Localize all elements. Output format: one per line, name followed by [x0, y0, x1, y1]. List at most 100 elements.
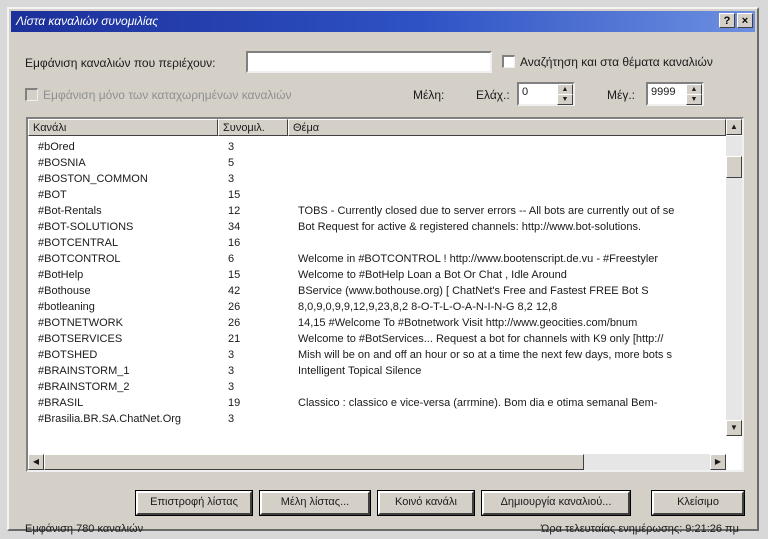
column-header-users[interactable]: Συνομιλ. — [218, 119, 288, 136]
channel-topic: Welcome in #BOTCONTROL ! http://www.boot… — [298, 253, 659, 265]
table-row[interactable]: #BRAINSTORM_1 3 Intelligent Topical Silenc… — [28, 363, 724, 379]
table-row[interactable]: #botleaning 26 8,0,9,0,9,9,12,9,23,8,2 8-O… — [28, 299, 724, 315]
user-count: 12 — [228, 205, 241, 217]
close-button[interactable]: Κλείσιμο — [651, 490, 745, 516]
channel-name: #BOT — [38, 189, 67, 201]
table-row[interactable]: #BOTNETWORK 26 14,15 #Welcome To #Botnetwo… — [28, 315, 724, 331]
table-row[interactable]: #BotHelp 15 Welcome to #BotHelp Loan a Bot… — [28, 267, 724, 283]
channel-topic: TOBS - Currently closed due to server er… — [298, 205, 675, 217]
channel-name: #botleaning — [38, 301, 95, 313]
table-row[interactable]: #BOT-SOLUTIONS 34 Bot Request for active &… — [28, 219, 724, 235]
user-count: 6 — [228, 253, 235, 265]
column-header-channel[interactable]: Κανάλι — [28, 119, 218, 136]
title-bar[interactable]: Λίστα καναλιών συνομιλίας ? × — [11, 11, 755, 32]
table-row[interactable]: #BOSNIA 5 — [28, 155, 724, 171]
search-topics-checkbox[interactable] — [502, 55, 515, 68]
channel-rows: #bOred 3 #BOSNIA 5 #BOSTON_COMMON 3 #BOT 15 … — [28, 139, 724, 435]
user-count: 3 — [228, 173, 235, 185]
user-count: 3 — [228, 381, 235, 393]
table-row[interactable]: #Bothouse 42 BService (www.bothouse.org) [… — [28, 283, 724, 299]
channel-name: #Bot-Rentals — [38, 205, 102, 217]
channel-topic: 8,0,9,0,9,9,12,9,23,8,2 8-O-T-L-O-A-N-I-… — [298, 301, 558, 313]
channel-name: #BotHelp — [38, 269, 84, 281]
search-topics-label: Αναζήτηση και στα θέματα καναλιών — [520, 55, 713, 69]
user-count: 5 — [228, 157, 235, 169]
window-title: Λίστα καναλιών συνομιλίας — [16, 14, 159, 28]
table-row[interactable]: #BOTSERVICES 21 Welcome to #BotServices...… — [28, 331, 724, 347]
horizontal-scroll-thumb[interactable] — [44, 454, 584, 470]
registered-only-checkbox[interactable] — [25, 88, 38, 101]
channel-topic: Intelligent Topical Silence — [298, 365, 422, 377]
channel-count-status: Εμφάνιση 780 καναλιών — [25, 523, 144, 535]
min-spin-down-icon[interactable]: ▼ — [557, 94, 573, 105]
refresh-list-button[interactable]: Επιστροφή λίστας — [135, 490, 253, 516]
table-row[interactable]: #Brasilia.BR.SA.ChatNet.Org 3 — [28, 411, 724, 427]
scroll-right-icon[interactable]: ▶ — [710, 454, 726, 470]
filter-label: Εμφάνιση καναλιών που περιέχουν: — [25, 56, 216, 70]
channel-topic: Mish will be on and off an hour or so at… — [298, 349, 672, 361]
registered-only-label: Εμφάνιση μόνο των καταχωρημένων καναλιών — [43, 88, 292, 102]
channel-name: #BOTCENTRAL — [38, 237, 119, 249]
channel-name: #Brasilia.BR.SA.ChatNet.Org — [38, 413, 182, 425]
last-update-status: Ώρα τελευταίας ενημέρωσης: 9:21:26 πμ — [541, 523, 739, 535]
user-count: 3 — [228, 349, 235, 361]
user-count: 42 — [228, 285, 241, 297]
horizontal-scrollbar[interactable]: ◀ ▶ — [28, 454, 726, 470]
help-button[interactable]: ? — [719, 13, 735, 28]
channel-name: #BOTSERVICES — [38, 333, 123, 345]
channel-name: #BOT-SOLUTIONS — [38, 221, 134, 233]
user-count: 26 — [228, 301, 241, 313]
max-spin-down-icon[interactable]: ▼ — [686, 94, 702, 105]
user-count: 15 — [228, 269, 241, 281]
members-list-button[interactable]: Μέλη λίστας... — [259, 490, 371, 516]
close-icon[interactable]: × — [737, 13, 753, 28]
user-count: 34 — [228, 221, 241, 233]
table-row[interactable]: #BOTCONTROL 6 Welcome in #BOTCONTROL ! htt… — [28, 251, 724, 267]
scroll-up-icon[interactable]: ▲ — [726, 119, 742, 135]
channel-topic: Welcome to #BotHelp Loan a Bot Or Chat ,… — [298, 269, 567, 281]
table-row[interactable]: #BRASIL 19 Classico : classico e vice-vers… — [28, 395, 724, 411]
table-row[interactable]: #bOred 3 — [28, 139, 724, 155]
channel-topic: Welcome to #BotServices... Request a bot… — [298, 333, 664, 345]
channel-name: #BRAINSTORM_2 — [38, 381, 130, 393]
table-row[interactable]: #BOSTON_COMMON 3 — [28, 171, 724, 187]
channel-name: #Bothouse — [38, 285, 91, 297]
user-count: 26 — [228, 317, 241, 329]
user-count: 16 — [228, 237, 241, 249]
user-count: 3 — [228, 413, 235, 425]
min-members-label: Ελάχ.: — [476, 88, 510, 102]
channel-topic: BService (www.bothouse.org) [ ChatNet's … — [298, 285, 649, 297]
table-row[interactable]: #BOTSHED 3 Mish will be on and off an hour… — [28, 347, 724, 363]
channel-topic: Bot Request for active & registered chan… — [298, 221, 642, 233]
min-members-spinner[interactable]: 0 ▲ ▼ — [517, 82, 575, 106]
max-members-spinner[interactable]: 9999 ▲ ▼ — [646, 82, 704, 106]
channel-list-window: Λίστα καναλιών συνομιλίας ? × Εμφάνιση κ… — [7, 7, 759, 535]
create-channel-button[interactable]: Δημιουργία καναλιού... — [481, 490, 631, 516]
max-members-label: Μέγ.: — [607, 88, 636, 102]
user-count: 3 — [228, 141, 235, 153]
vertical-scrollbar[interactable]: ▼ — [726, 136, 742, 436]
channel-name: #BOSNIA — [38, 157, 86, 169]
table-row[interactable]: #Bot-Rentals 12 TOBS - Currently closed du… — [28, 203, 724, 219]
channel-topic: 14,15 #Welcome To #Botnetwork Visit http… — [298, 317, 638, 329]
vertical-scroll-thumb[interactable] — [726, 156, 742, 178]
channel-name: #BOTSHED — [38, 349, 98, 361]
channel-name: #BOTNETWORK — [38, 317, 123, 329]
filter-input[interactable] — [246, 51, 492, 73]
user-count: 19 — [228, 397, 241, 409]
scroll-left-icon[interactable]: ◀ — [28, 454, 44, 470]
max-members-value: 9999 — [651, 86, 676, 98]
user-count: 15 — [228, 189, 241, 201]
channel-list[interactable]: Κανάλι Συνομιλ. Θέμα ▲ #bOred 3 #BOSNIA 5 … — [26, 117, 744, 472]
channel-name: #BRASIL — [38, 397, 84, 409]
column-header-topic[interactable]: Θέμα — [288, 119, 726, 136]
channel-name: #BOSTON_COMMON — [38, 173, 148, 185]
user-count: 3 — [228, 365, 235, 377]
scroll-down-icon[interactable]: ▼ — [726, 420, 742, 436]
join-channel-button[interactable]: Κοινό κανάλι — [377, 490, 475, 516]
table-row[interactable]: #BOT 15 — [28, 187, 724, 203]
table-row[interactable]: #BRAINSTORM_2 3 — [28, 379, 724, 395]
table-row[interactable]: #BOTCENTRAL 16 — [28, 235, 724, 251]
members-label: Μέλη: — [413, 88, 445, 102]
channel-topic: Classico : classico e vice-versa (arrmin… — [298, 397, 658, 409]
